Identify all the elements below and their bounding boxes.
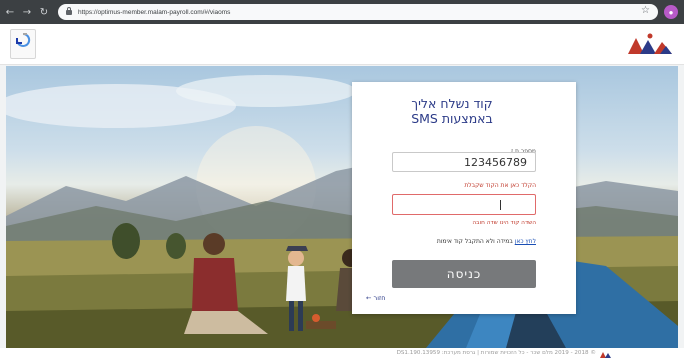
address-bar[interactable]: https://optimus-member.malam-payroll.com… <box>58 4 658 20</box>
profile-avatar-icon[interactable]: ● <box>664 5 678 19</box>
code-label: הקלד כאן את הקוד שקבלת <box>464 182 536 189</box>
text-caret <box>500 200 501 210</box>
back-arrow-icon: ← <box>366 294 372 302</box>
site-header <box>0 24 684 65</box>
back-arrow-icon[interactable]: ← <box>3 5 17 19</box>
code-required-error: השדה קוד הינו שדה חובה <box>472 220 536 226</box>
url-text: https://optimus-member.malam-payroll.com… <box>78 8 231 16</box>
hero-camping-photo <box>6 66 678 348</box>
malam-logo <box>628 33 672 54</box>
sms-verification-card: קוד נשלח אליך באמצעות SMS מספר ת.ז 12345… <box>352 82 576 314</box>
sms-code-input[interactable] <box>392 194 536 215</box>
resend-code-link[interactable]: לחץ כאן <box>515 238 536 245</box>
login-submit-button[interactable]: כניסה <box>392 260 536 288</box>
id-number-field[interactable]: 123456789 <box>392 152 536 172</box>
bookmark-star-icon[interactable]: ☆ <box>641 5 650 16</box>
page-footer: © 2018 - 2019 מלם שכר - כל הזכויות שמורו… <box>0 348 684 361</box>
back-link[interactable]: חזור ← <box>366 294 385 302</box>
recaptcha-icon <box>16 32 31 47</box>
resend-hint: לחץ כאן במידה ולא התקבל קוד אימות <box>437 238 536 245</box>
card-title: קוד נשלח אליך באמצעות SMS <box>352 96 552 126</box>
reload-icon[interactable]: ↻ <box>37 5 51 19</box>
camping-scene-illustration <box>6 75 678 348</box>
card-title-line1: קוד נשלח אליך <box>411 96 493 111</box>
back-link-label: חזור <box>373 294 386 302</box>
card-title-line2: באמצעות SMS <box>411 111 493 126</box>
lock-icon <box>66 6 72 15</box>
browser-toolbar: ← → ↻ ⌂ https://optimus-member.malam-pay… <box>0 0 684 24</box>
recaptcha-badge[interactable] <box>10 29 36 59</box>
copyright-text: © 2018 - 2019 מלם שכר - כל הזכויות שמורו… <box>396 350 596 356</box>
footer-brand-logo <box>600 352 611 358</box>
forward-arrow-icon[interactable]: → <box>20 5 34 19</box>
resend-hint-text: במידה ולא התקבל קוד אימות <box>436 238 513 245</box>
